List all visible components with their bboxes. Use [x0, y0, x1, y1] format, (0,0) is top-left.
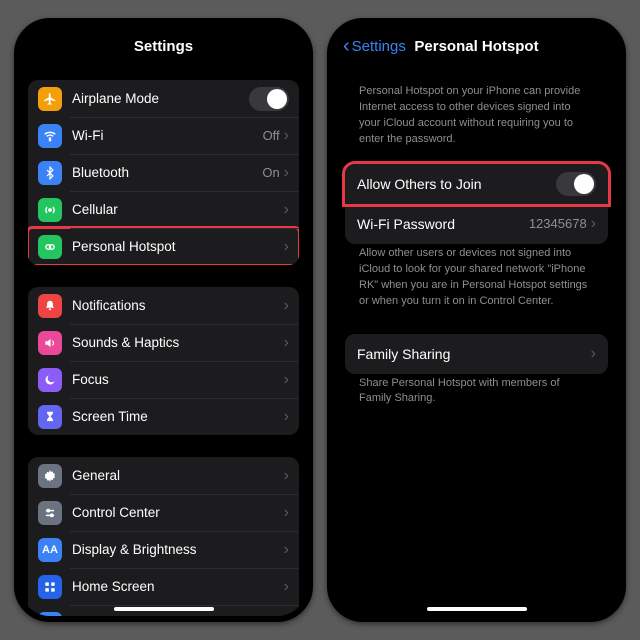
back-button[interactable]: ‹ Settings [343, 36, 406, 56]
row-focus[interactable]: Focus › [28, 361, 299, 398]
row-label: Airplane Mode [72, 91, 249, 106]
chevron-right-icon: › [591, 345, 596, 363]
row-label: Bluetooth [72, 165, 262, 180]
settings-group-3: General › Control Center › AA Display & … [28, 457, 299, 616]
wifi-password-group: Wi-Fi Password 12345678 › [345, 204, 608, 244]
chevron-right-icon: › [284, 467, 289, 485]
page-title: Settings [134, 38, 193, 55]
row-label: Wi-Fi Password [357, 216, 529, 232]
allow-note: Allow other users or devices not signed … [345, 246, 608, 310]
row-cellular[interactable]: Cellular › [28, 191, 299, 228]
row-label: Home Screen [72, 579, 284, 594]
bluetooth-icon [38, 161, 62, 185]
allow-others-group: Allow Others to Join [345, 164, 608, 204]
row-label: Notifications [72, 298, 284, 313]
wifi-icon [38, 124, 62, 148]
hotspot-icon [38, 235, 62, 259]
intro-text: Personal Hotspot on your iPhone can prov… [345, 84, 608, 148]
chevron-right-icon: › [284, 504, 289, 522]
chevron-right-icon: › [284, 201, 289, 219]
row-label: Wi-Fi [72, 128, 263, 143]
navbar-right: ‹ Settings Personal Hotspot [333, 24, 620, 68]
family-note: Share Personal Hotspot with members of F… [345, 376, 608, 408]
row-label: Family Sharing [357, 346, 591, 362]
aa-icon: AA [38, 538, 62, 562]
chevron-right-icon: › [284, 297, 289, 315]
chevron-right-icon: › [284, 371, 289, 389]
chevron-right-icon: › [284, 541, 289, 559]
bell-icon [38, 294, 62, 318]
chevron-right-icon: › [284, 127, 289, 145]
phone-personal-hotspot: ‹ Settings Personal Hotspot Personal Hot… [327, 18, 626, 622]
row-wifi[interactable]: Wi-Fi Off › [28, 117, 299, 154]
airplane-toggle[interactable] [249, 87, 289, 111]
row-label: General [72, 468, 284, 483]
row-personal-hotspot[interactable]: Personal Hotspot › [28, 228, 299, 265]
chevron-right-icon: › [284, 334, 289, 352]
row-label: Sounds & Haptics [72, 335, 284, 350]
row-bluetooth[interactable]: Bluetooth On › [28, 154, 299, 191]
row-label: Display & Brightness [72, 542, 284, 557]
row-label: Screen Time [72, 409, 284, 424]
row-value: 12345678 [529, 216, 587, 231]
row-screen-time[interactable]: Screen Time › [28, 398, 299, 435]
chevron-right-icon: › [284, 615, 289, 617]
navbar-left: Settings [20, 24, 307, 68]
row-label: Cellular [72, 202, 284, 217]
chevron-right-icon: › [284, 164, 289, 182]
row-sounds-haptics[interactable]: Sounds & Haptics › [28, 324, 299, 361]
row-notifications[interactable]: Notifications › [28, 287, 299, 324]
airplane-icon [38, 87, 62, 111]
page-title: Personal Hotspot [414, 38, 538, 55]
hourglass-icon [38, 405, 62, 429]
settings-group-2: Notifications › Sounds & Haptics › Focus… [28, 287, 299, 435]
back-label: Settings [352, 38, 406, 55]
row-label: Focus [72, 372, 284, 387]
home-indicator[interactable] [427, 607, 527, 611]
phone-settings: Settings Airplane Mode Wi-Fi Off › [14, 18, 313, 622]
row-value: On [262, 165, 279, 180]
chevron-left-icon: ‹ [343, 36, 350, 56]
chevron-right-icon: › [284, 238, 289, 256]
row-control-center[interactable]: Control Center › [28, 494, 299, 531]
row-value: Off [263, 128, 280, 143]
settings-group-1: Airplane Mode Wi-Fi Off › Bluetooth On › [28, 80, 299, 265]
row-airplane-mode[interactable]: Airplane Mode [28, 80, 299, 117]
row-family-sharing[interactable]: Family Sharing › [345, 334, 608, 374]
home-indicator[interactable] [114, 607, 214, 611]
grid-icon [38, 575, 62, 599]
moon-icon [38, 368, 62, 392]
row-general[interactable]: General › [28, 457, 299, 494]
chevron-right-icon: › [284, 408, 289, 426]
row-label: Allow Others to Join [357, 176, 556, 192]
speaker-icon [38, 331, 62, 355]
row-label: Control Center [72, 505, 284, 520]
allow-others-toggle[interactable] [556, 172, 596, 196]
row-wifi-password[interactable]: Wi-Fi Password 12345678 › [345, 204, 608, 244]
chevron-right-icon: › [591, 215, 596, 233]
sliders-icon [38, 501, 62, 525]
family-sharing-group: Family Sharing › [345, 334, 608, 374]
cellular-icon [38, 198, 62, 222]
row-label: Personal Hotspot [72, 239, 284, 254]
row-home-screen[interactable]: Home Screen › [28, 568, 299, 605]
gear-icon [38, 464, 62, 488]
person-icon [38, 612, 62, 617]
chevron-right-icon: › [284, 578, 289, 596]
row-allow-others[interactable]: Allow Others to Join [345, 164, 608, 204]
row-display-brightness[interactable]: AA Display & Brightness › [28, 531, 299, 568]
